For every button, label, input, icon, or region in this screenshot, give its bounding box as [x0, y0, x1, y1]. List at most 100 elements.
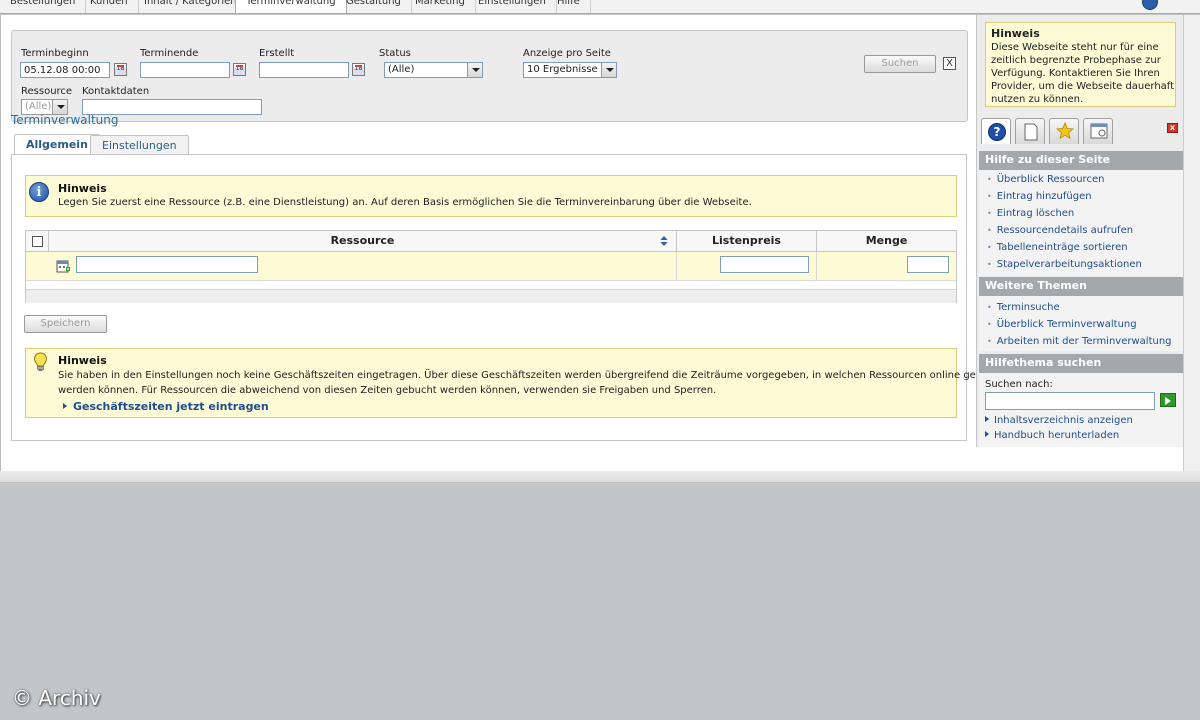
- top-navigation: Bestellungen Kunden Inhalt / Kategorien …: [0, 0, 1200, 14]
- table-footer: [26, 289, 956, 303]
- help-link[interactable]: Ressourcendetails aufrufen: [987, 225, 1133, 236]
- search-label: Suchen nach:: [985, 379, 1053, 390]
- chevron-down-icon: [467, 63, 482, 77]
- help-icon: ?: [988, 123, 1006, 141]
- help-link[interactable]: Eintrag hinzufügen: [987, 191, 1092, 202]
- anzeige-select[interactable]: 10 Ergebnisse: [523, 62, 617, 78]
- add-resource-icon[interactable]: [56, 259, 71, 274]
- nav-tab-kunden[interactable]: Kunden: [80, 0, 139, 13]
- select-all-checkbox[interactable]: [32, 236, 43, 247]
- status-select-value: (Alle): [388, 64, 415, 75]
- topics-section-header: Weitere Themen: [979, 277, 1184, 296]
- ressource-select-value: (Alle): [25, 101, 52, 112]
- section-title: Terminverwaltung: [11, 113, 119, 127]
- help-icon[interactable]: [1142, 0, 1158, 10]
- table-row: [26, 252, 956, 281]
- hint-box-business-hours: Hinweis Sie haben in den Einstellungen n…: [25, 348, 1004, 418]
- document-icon: [1024, 123, 1038, 141]
- help-tab[interactable]: ?: [981, 118, 1011, 144]
- help-section-list: Überblick Ressourcen Eintrag hinzufügen …: [979, 170, 1184, 276]
- erstellt-input[interactable]: [259, 62, 349, 78]
- hint-box-resource: i Hinweis Legen Sie zuerst eine Ressourc…: [25, 175, 957, 217]
- listenpreis-cell: [677, 252, 817, 281]
- anzeige-select-value: 10 Ergebnisse: [527, 64, 598, 75]
- hint-title: Hinweis: [58, 182, 107, 195]
- listenpreis-input[interactable]: [720, 256, 809, 273]
- lightbulb-icon: [33, 352, 48, 371]
- nav-tab-gestaltung[interactable]: Gestaltung: [336, 0, 412, 13]
- hint-title: Hinweis: [58, 354, 107, 367]
- search-section-header: Hilfethema suchen: [979, 354, 1184, 373]
- sort-icon[interactable]: [659, 236, 669, 246]
- help-link[interactable]: Stapelverarbeitungsaktionen: [987, 259, 1142, 270]
- favorites-tab[interactable]: [1049, 118, 1079, 144]
- topics-section-list: Terminsuche Überblick Terminverwaltung A…: [979, 296, 1184, 351]
- toc-link[interactable]: Inhaltsverzeichnis anzeigen: [985, 415, 1133, 426]
- topic-link[interactable]: Überblick Terminverwaltung: [987, 319, 1137, 330]
- page-bottom-shadow: [0, 471, 1200, 483]
- search-section: Suchen nach: Inhaltsverzeichnis anzeigen…: [979, 373, 1184, 447]
- nav-tab-terminverwaltung[interactable]: Terminverwaltung: [235, 0, 347, 13]
- business-hours-link[interactable]: Geschäftszeiten jetzt eintragen: [63, 400, 269, 413]
- settings-tab[interactable]: [1083, 118, 1113, 144]
- star-icon: [1056, 122, 1074, 140]
- save-button[interactable]: Speichern: [24, 315, 107, 333]
- topic-link[interactable]: Arbeiten mit der Terminverwaltung: [987, 336, 1172, 347]
- status-label: Status: [379, 48, 411, 59]
- help-sidebar: Hinweis Diese Webseite steht nur für ein…: [976, 15, 1184, 447]
- resource-table: Ressource Listenpreis Menge: [25, 230, 957, 303]
- help-search-input[interactable]: [985, 392, 1155, 410]
- column-header-ressource[interactable]: Ressource: [49, 231, 677, 252]
- nav-tab-marketing[interactable]: Marketing: [405, 0, 476, 13]
- calendar-icon[interactable]: 18: [114, 63, 127, 76]
- erstellt-label: Erstellt: [259, 48, 295, 59]
- trial-hint-title: Hinweis: [991, 27, 1040, 40]
- sidebar-tab-icons: ?: [981, 118, 1171, 144]
- ressource-label: Ressource: [21, 86, 73, 97]
- column-header-ressource-label: Ressource: [330, 234, 395, 247]
- nav-tab-einstellungen[interactable]: Einstellungen: [468, 0, 557, 13]
- terminbeginn-input[interactable]: [20, 62, 110, 78]
- go-arrow-icon[interactable]: [1160, 393, 1176, 407]
- tab-allgemein[interactable]: Allgemein: [14, 134, 100, 155]
- close-sidebar-icon[interactable]: x: [1167, 123, 1178, 133]
- trial-hint-text: Diese Webseite steht nur für eine zeitli…: [991, 42, 1175, 105]
- close-icon[interactable]: X: [943, 57, 956, 70]
- copyright-watermark: © Archiv: [12, 686, 101, 710]
- status-select[interactable]: (Alle): [384, 62, 483, 78]
- help-section-header: Hilfe zu dieser Seite: [979, 151, 1184, 170]
- hint-text-line-2: werden können. Für Ressourcen die abweic…: [58, 385, 717, 396]
- kontaktdaten-label: Kontaktdaten: [82, 86, 150, 97]
- search-button[interactable]: Suchen: [864, 55, 936, 73]
- chevron-down-icon: [601, 63, 616, 77]
- calendar-icon[interactable]: 18: [233, 63, 246, 76]
- terminbeginn-label: Terminbeginn: [21, 48, 89, 59]
- calendar-icon[interactable]: 18: [352, 63, 365, 76]
- column-header-listenpreis[interactable]: Listenpreis: [677, 231, 817, 252]
- hint-text: Legen Sie zuerst eine Ressource (z.B. ei…: [58, 197, 752, 208]
- window-settings-icon: [1090, 123, 1108, 139]
- nav-tab-bestellungen[interactable]: Bestellungen: [0, 0, 87, 13]
- anzeige-label: Anzeige pro Seite: [523, 48, 611, 59]
- help-link[interactable]: Eintrag löschen: [987, 208, 1075, 219]
- scrollbar[interactable]: [1183, 15, 1200, 471]
- manual-download-link[interactable]: Handbuch herunterladen: [985, 430, 1119, 441]
- ressource-input[interactable]: [76, 256, 258, 273]
- menge-input[interactable]: [907, 256, 949, 273]
- menge-cell: [817, 252, 956, 281]
- terminende-input[interactable]: [140, 62, 230, 78]
- notes-tab[interactable]: [1015, 118, 1045, 144]
- nav-tab-hilfe[interactable]: Hilfe: [547, 0, 591, 13]
- ressource-cell: [49, 252, 677, 281]
- help-link[interactable]: Tabelleneinträge sortieren: [987, 242, 1128, 253]
- info-icon: i: [29, 182, 49, 202]
- select-all-header: [26, 231, 49, 252]
- nav-tab-inhalt-kategorien[interactable]: Inhalt / Kategorien: [134, 0, 248, 13]
- tab-einstellungen[interactable]: Einstellungen: [90, 135, 189, 155]
- terminende-label: Terminende: [140, 48, 199, 59]
- help-link[interactable]: Überblick Ressourcen: [987, 174, 1105, 185]
- topic-link[interactable]: Terminsuche: [987, 302, 1060, 313]
- filter-panel: Terminbeginn 18 Terminende 18 Erstellt 1…: [11, 30, 968, 122]
- hint-text-line-1: Sie haben in den Einstellungen noch kein…: [58, 370, 1005, 381]
- column-header-menge[interactable]: Menge: [817, 231, 956, 252]
